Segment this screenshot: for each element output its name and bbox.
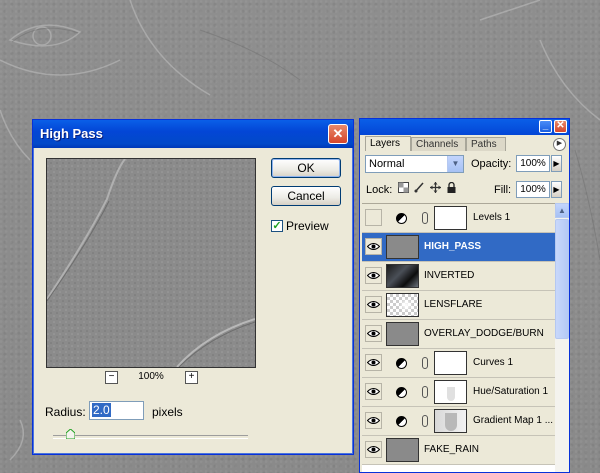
layer-name[interactable]: OVERLAY_DODGE/BURN: [424, 328, 544, 339]
panel-titlebar[interactable]: _ ✕: [360, 119, 569, 135]
blend-mode-value: Normal: [369, 158, 405, 170]
layer-name[interactable]: INVERTED: [424, 270, 474, 281]
layers-scrollbar[interactable]: ▲: [555, 203, 569, 472]
visibility-toggle[interactable]: [365, 209, 382, 226]
layer-mask-thumbnail[interactable]: [434, 206, 467, 230]
tab-layers[interactable]: Layers: [365, 136, 411, 151]
layer-row[interactable]: Curves 1: [362, 349, 555, 378]
layer-name[interactable]: Levels 1: [473, 212, 510, 223]
lock-transparent-pixels-icon[interactable]: [398, 182, 409, 193]
eye-icon[interactable]: [365, 383, 382, 400]
zoom-in-button[interactable]: +: [185, 371, 198, 384]
fill-input[interactable]: 100%: [516, 181, 550, 198]
layers-list: Levels 1 HIGH_PASS INVERTED LENSFLARE OVERLA…: [362, 203, 555, 472]
adjustment-layer-icon: [396, 387, 407, 398]
tab-paths[interactable]: Paths: [466, 137, 506, 151]
layer-mask-thumbnail[interactable]: [434, 380, 467, 404]
layer-row[interactable]: Hue/Saturation 1: [362, 378, 555, 407]
blend-mode-select[interactable]: Normal ▼: [365, 155, 464, 173]
ok-button[interactable]: OK: [271, 158, 341, 178]
layer-thumbnail[interactable]: [386, 322, 419, 346]
preview-image: [47, 159, 255, 367]
cancel-button[interactable]: Cancel: [271, 186, 341, 206]
panel-close-button[interactable]: ✕: [554, 120, 567, 133]
layer-thumbnail[interactable]: [386, 438, 419, 462]
opacity-slider-arrow[interactable]: ▶: [551, 155, 562, 172]
link-chain-icon[interactable]: [422, 415, 428, 427]
layer-thumbnail[interactable]: [386, 293, 419, 317]
opacity-input[interactable]: 100%: [516, 155, 550, 172]
adjustment-layer-icon: [396, 358, 407, 369]
fill-slider-arrow[interactable]: ▶: [551, 181, 562, 198]
preview-checkbox[interactable]: ✓: [271, 220, 283, 232]
filter-preview-pane[interactable]: [46, 158, 256, 368]
zoom-out-button[interactable]: −: [105, 371, 118, 384]
layer-row[interactable]: Levels 1: [362, 204, 555, 233]
minimize-button[interactable]: _: [539, 120, 552, 133]
layer-row[interactable]: HIGH_PASS: [362, 233, 555, 262]
layer-name[interactable]: Gradient Map 1 ...: [473, 415, 553, 426]
eye-icon[interactable]: [365, 325, 382, 342]
layer-thumbnail[interactable]: [386, 264, 419, 288]
eye-icon[interactable]: [365, 267, 382, 284]
layer-row[interactable]: LENSFLARE: [362, 291, 555, 320]
layer-name[interactable]: LENSFLARE: [424, 299, 482, 310]
layer-mask-thumbnail[interactable]: [434, 351, 467, 375]
zoom-level: 100%: [138, 371, 164, 382]
high-pass-dialog: High Pass ✕ − 100% + OK Cancel ✓ Preview…: [32, 119, 354, 455]
dialog-title: High Pass: [33, 120, 353, 148]
link-chain-icon[interactable]: [422, 386, 428, 398]
lock-image-pixels-icon[interactable]: [414, 182, 425, 193]
radius-label: Radius:: [45, 405, 86, 419]
eye-icon[interactable]: [365, 296, 382, 313]
chevron-down-icon[interactable]: ▼: [447, 156, 463, 172]
eye-icon[interactable]: [365, 441, 382, 458]
units-label: pixels: [152, 405, 183, 419]
eye-icon[interactable]: [365, 238, 382, 255]
layer-name[interactable]: Hue/Saturation 1: [473, 386, 548, 397]
fill-label: Fill:: [494, 184, 512, 196]
link-chain-icon[interactable]: [422, 212, 428, 224]
layer-row[interactable]: OVERLAY_DODGE/BURN: [362, 320, 555, 349]
adjustment-layer-icon: [396, 416, 407, 427]
adjustment-layer-icon: [396, 213, 407, 224]
preview-label[interactable]: Preview: [286, 219, 329, 233]
panel-tabs: Layers Channels Paths: [363, 136, 569, 151]
layer-row[interactable]: FAKE_RAIN: [362, 436, 555, 465]
radius-input[interactable]: 2.0: [89, 401, 144, 420]
eye-icon[interactable]: [365, 354, 382, 371]
radius-slider-thumb[interactable]: [66, 429, 75, 439]
lock-label: Lock:: [366, 184, 393, 196]
layer-thumbnail[interactable]: [386, 235, 419, 259]
close-button[interactable]: ✕: [328, 124, 348, 144]
radius-slider-track[interactable]: [53, 435, 248, 439]
layer-name[interactable]: HIGH_PASS: [424, 241, 481, 252]
scroll-up-icon[interactable]: ▲: [555, 203, 569, 218]
layer-name[interactable]: FAKE_RAIN: [424, 444, 479, 455]
layer-mask-thumbnail[interactable]: [434, 409, 467, 433]
lock-all-icon[interactable]: [446, 182, 457, 193]
layers-panel: _ ✕ Layers Channels Paths ▶ Normal ▼ Opa…: [359, 118, 570, 473]
layer-name[interactable]: Curves 1: [473, 357, 513, 368]
layer-row[interactable]: INVERTED: [362, 262, 555, 291]
radius-value: 2.0: [92, 403, 111, 417]
tab-channels[interactable]: Channels: [411, 137, 466, 151]
layer-row[interactable]: Gradient Map 1 ...: [362, 407, 555, 436]
link-chain-icon[interactable]: [422, 357, 428, 369]
lock-position-icon[interactable]: [430, 182, 441, 193]
opacity-label: Opacity:: [471, 158, 512, 170]
scroll-thumb[interactable]: [555, 219, 569, 339]
panel-menu-icon[interactable]: ▶: [553, 138, 566, 151]
eye-icon[interactable]: [365, 412, 382, 429]
